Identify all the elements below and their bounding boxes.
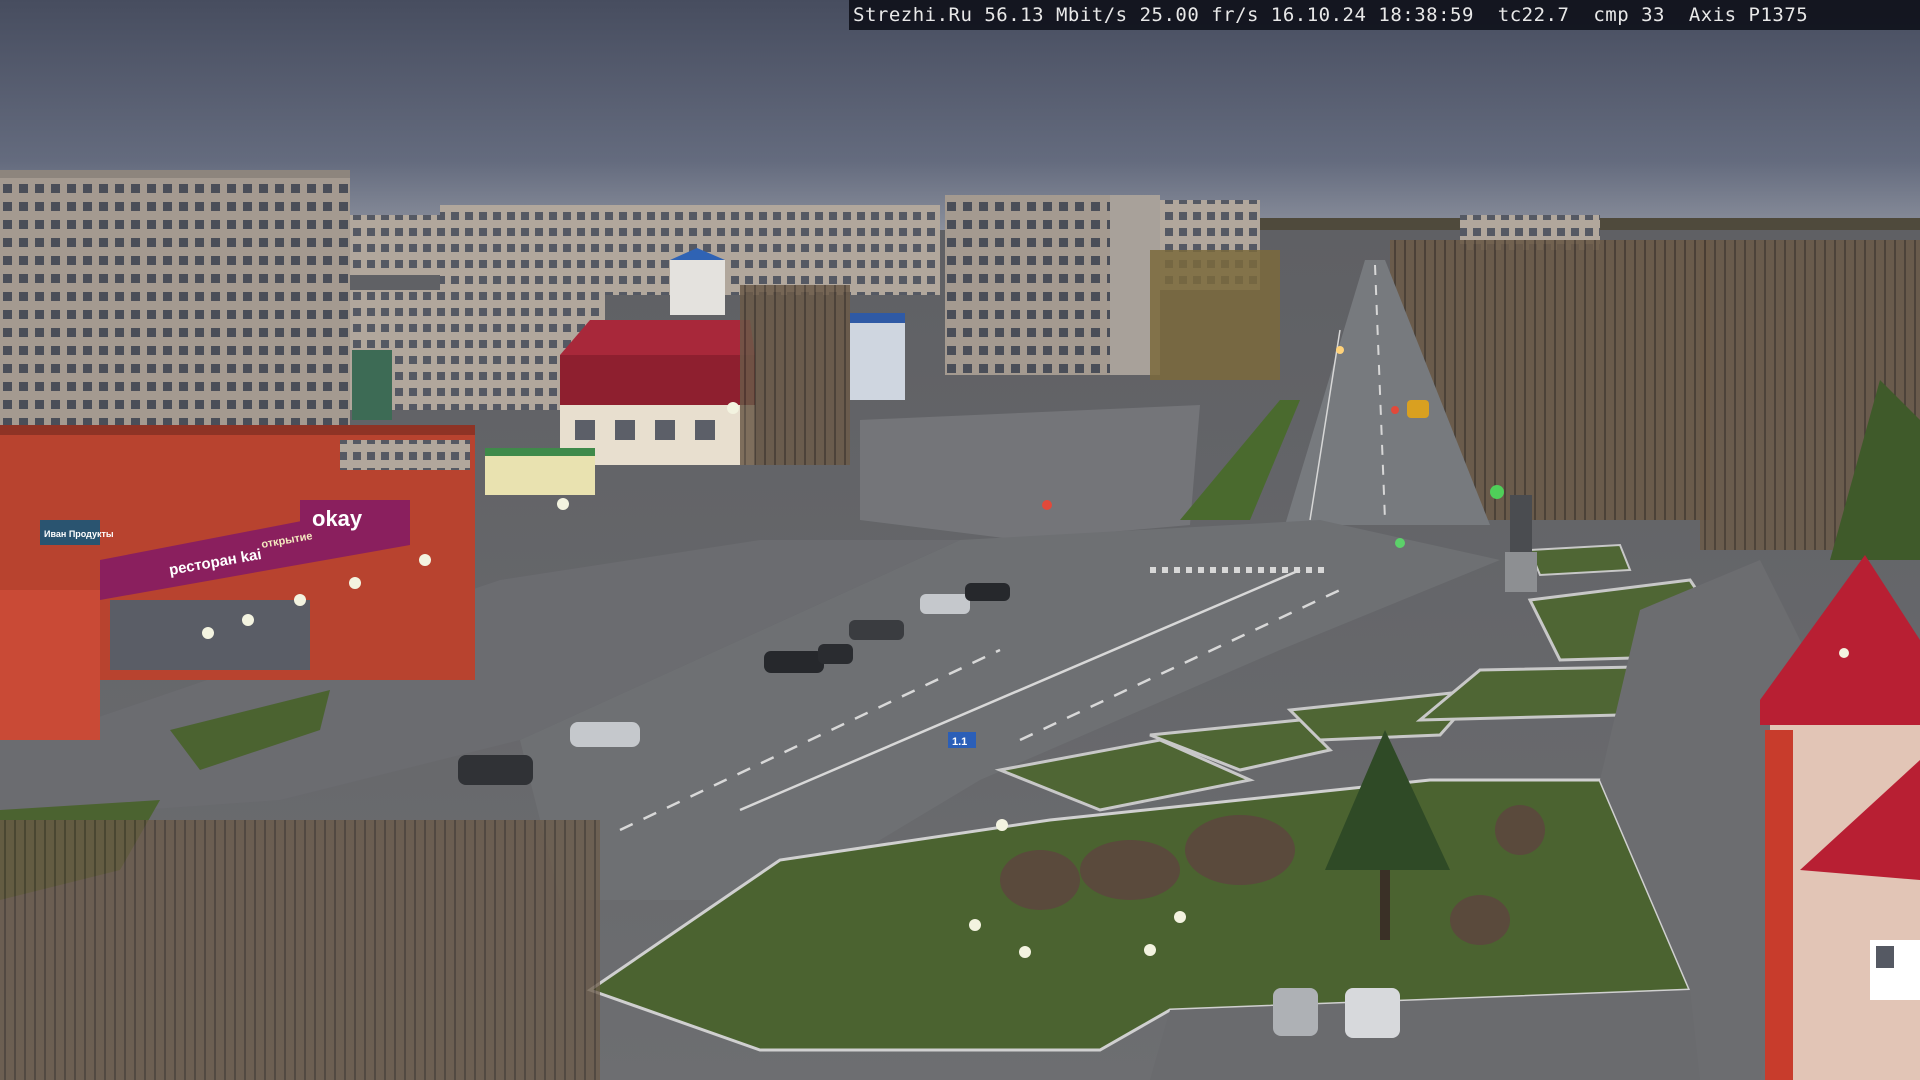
store-sign-small: Иван Продукты (44, 529, 114, 539)
camera-status-overlay: Strezhi.Ru 56.13 Mbit/s 25.00 fr/s 16.10… (849, 0, 1920, 30)
osd-framerate: 25.00 fr/s (1139, 4, 1259, 26)
kiosk (485, 455, 595, 495)
osd-cmp: cmp 33 (1593, 4, 1665, 26)
osd-site: Strezhi.Ru (853, 4, 973, 26)
foreground-bare-trees (0, 820, 600, 1080)
road-sign-label: 1.1 (952, 736, 967, 748)
monument (1510, 495, 1532, 555)
plaza (860, 405, 1200, 540)
osd-model: Axis P1375 (1688, 4, 1809, 26)
osd-bitrate: 56.13 Mbit/s (984, 4, 1128, 26)
red-roof-building (560, 320, 755, 465)
osd-date: 16.10.24 (1270, 4, 1367, 26)
city-street-scene: okay ресторан kai открытие Иван Продукты (0, 0, 1920, 1080)
osd-tc: tc22.7 (1497, 4, 1570, 26)
store-sign-main: okay (312, 506, 363, 531)
camera-frame: okay ресторан kai открытие Иван Продукты (0, 0, 1920, 1080)
blue-roof-building (850, 313, 905, 400)
osd-time: 18:38:59 (1378, 4, 1474, 26)
